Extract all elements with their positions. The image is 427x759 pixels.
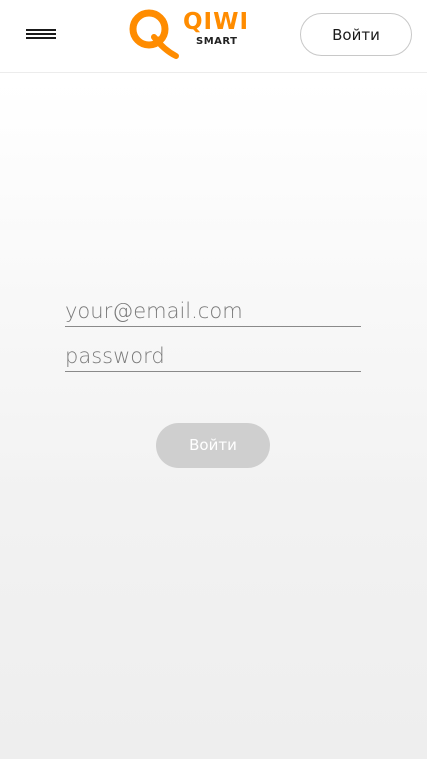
qiwi-logo[interactable]: QIWI SMART [128, 6, 248, 62]
hamburger-menu-icon[interactable] [26, 27, 56, 43]
qiwi-logo-icon [129, 9, 179, 59]
top-header: QIWI SMART Войти [0, 0, 427, 73]
login-submit-button[interactable]: Войти [156, 423, 270, 468]
password-field[interactable] [65, 342, 361, 372]
email-field[interactable] [65, 297, 361, 327]
logo-brand-text: QIWI [183, 9, 250, 35]
logo-sub-text: SMART [196, 36, 238, 47]
header-login-button[interactable]: Войти [300, 13, 412, 56]
